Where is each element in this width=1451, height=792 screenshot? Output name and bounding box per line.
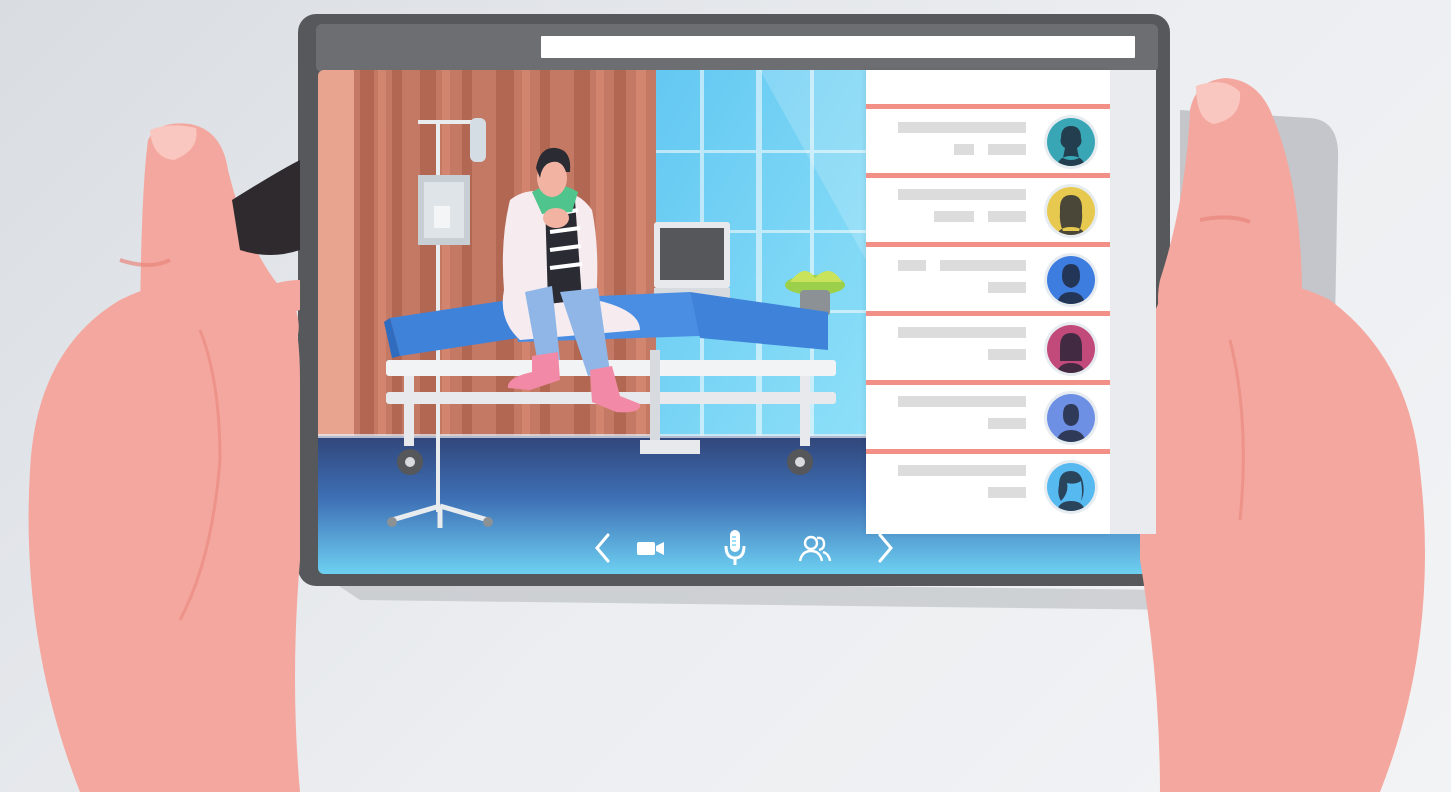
contact-meta-placeholder	[988, 144, 1026, 155]
contact-meta-placeholder	[988, 487, 1026, 498]
contact-meta-placeholder	[988, 349, 1026, 360]
avatar-long-hair-icon	[1057, 195, 1085, 235]
avatar-curly-hair-icon	[1057, 126, 1085, 166]
chevron-left-icon	[595, 533, 610, 563]
contact-list-panel	[866, 70, 1110, 534]
avatar[interactable]	[1047, 256, 1095, 304]
avatar[interactable]	[1047, 394, 1095, 442]
microphone-icon	[724, 530, 746, 565]
previous-button[interactable]	[585, 528, 621, 568]
contact-row[interactable]	[866, 380, 1110, 450]
video-toggle-button[interactable]	[633, 528, 669, 568]
row-divider	[866, 380, 1110, 385]
row-divider	[866, 449, 1110, 454]
row-divider	[866, 104, 1110, 109]
next-button[interactable]	[867, 528, 903, 568]
contact-meta-placeholder	[988, 418, 1026, 429]
contact-meta-placeholder	[954, 144, 974, 155]
row-divider	[866, 311, 1110, 316]
contact-name-placeholder	[898, 465, 1026, 476]
avatar-short-hair-icon	[1057, 264, 1085, 304]
contact-meta-placeholder	[988, 282, 1026, 293]
contact-meta-placeholder	[934, 211, 974, 222]
row-divider	[866, 173, 1110, 178]
contact-row[interactable]	[866, 311, 1110, 381]
contact-name-placeholder	[898, 260, 926, 271]
contact-row[interactable]	[866, 242, 1110, 312]
illustration-scene	[28, 14, 1425, 792]
avatar[interactable]	[1047, 463, 1095, 511]
contact-row[interactable]	[866, 449, 1110, 519]
contact-name-placeholder	[898, 396, 1026, 407]
avatar-wavy-hair-icon	[1057, 471, 1085, 511]
microphone-button[interactable]	[717, 528, 753, 568]
contact-row[interactable]	[866, 104, 1110, 174]
call-controls-bar	[585, 528, 895, 568]
contact-name-placeholder	[898, 327, 1026, 338]
avatar-man-icon	[1056, 404, 1086, 442]
video-camera-icon	[637, 542, 664, 555]
contact-name-placeholder	[898, 189, 1026, 200]
row-divider	[866, 242, 1110, 247]
chevron-right-icon	[878, 533, 893, 563]
contact-row[interactable]	[866, 173, 1110, 243]
contact-meta-placeholder	[988, 211, 1026, 222]
participants-icon	[798, 535, 832, 562]
avatar-bob-hair-icon	[1057, 333, 1085, 373]
contact-name-placeholder	[940, 260, 1026, 271]
participants-button[interactable]	[797, 528, 833, 568]
contact-name-placeholder	[898, 122, 1026, 133]
avatar[interactable]	[1047, 325, 1095, 373]
avatar[interactable]	[1047, 187, 1095, 235]
avatar[interactable]	[1047, 118, 1095, 166]
address-bar[interactable]	[541, 36, 1135, 58]
